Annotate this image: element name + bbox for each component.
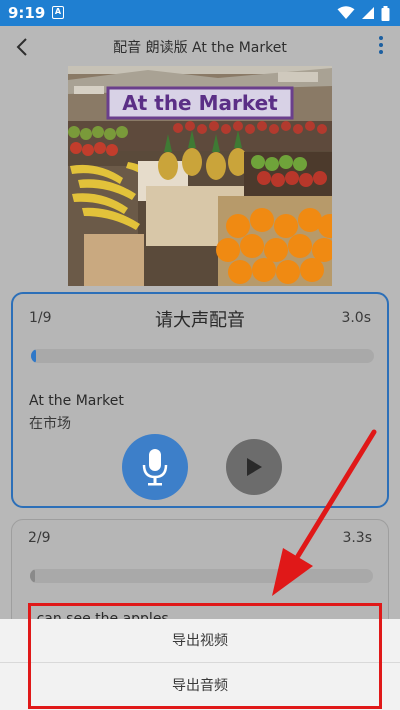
sentence-english: At the Market	[29, 393, 124, 409]
play-button[interactable]	[226, 439, 282, 495]
battery-icon	[381, 5, 390, 21]
page-title: 配音 朗读版 At the Market	[113, 40, 287, 56]
progress-bar	[30, 569, 373, 583]
market-illustration: At the Market	[68, 66, 332, 286]
back-arrow-icon	[16, 38, 27, 56]
card-duration: 3.3s	[342, 530, 372, 546]
export-video-option[interactable]: 导出视频	[0, 619, 400, 663]
record-button[interactable]	[122, 434, 188, 500]
status-icons	[337, 5, 390, 21]
export-audio-option[interactable]: 导出音频	[0, 664, 400, 708]
play-icon	[247, 458, 262, 476]
cover-image: At the Market	[68, 66, 332, 286]
export-bottom-sheet: 导出视频 导出音频	[0, 619, 400, 710]
signal-icon	[362, 7, 374, 19]
progress-fill	[31, 349, 37, 363]
progress-fill	[30, 569, 36, 583]
more-vertical-icon	[379, 36, 383, 40]
status-time: 9:19	[8, 4, 46, 22]
card-prompt: 请大声配音	[155, 310, 245, 331]
status-bar: 9:19 A	[0, 0, 400, 26]
cover-title: At the Market	[122, 91, 278, 115]
progress-bar	[31, 349, 374, 363]
notification-icon: A	[52, 6, 64, 19]
dubbing-card-1[interactable]: 1/9 请大声配音 3.0s At the Market 在市场	[11, 292, 389, 508]
card-duration: 3.0s	[341, 310, 371, 326]
card-index: 2/9	[28, 530, 51, 546]
sentence-chinese: 在市场	[29, 416, 71, 432]
app-bar: 配音 朗读版 At the Market	[0, 26, 400, 66]
more-menu-button[interactable]	[376, 36, 386, 58]
microphone-icon	[142, 449, 168, 486]
back-button[interactable]	[10, 34, 36, 60]
wifi-icon	[337, 6, 355, 19]
